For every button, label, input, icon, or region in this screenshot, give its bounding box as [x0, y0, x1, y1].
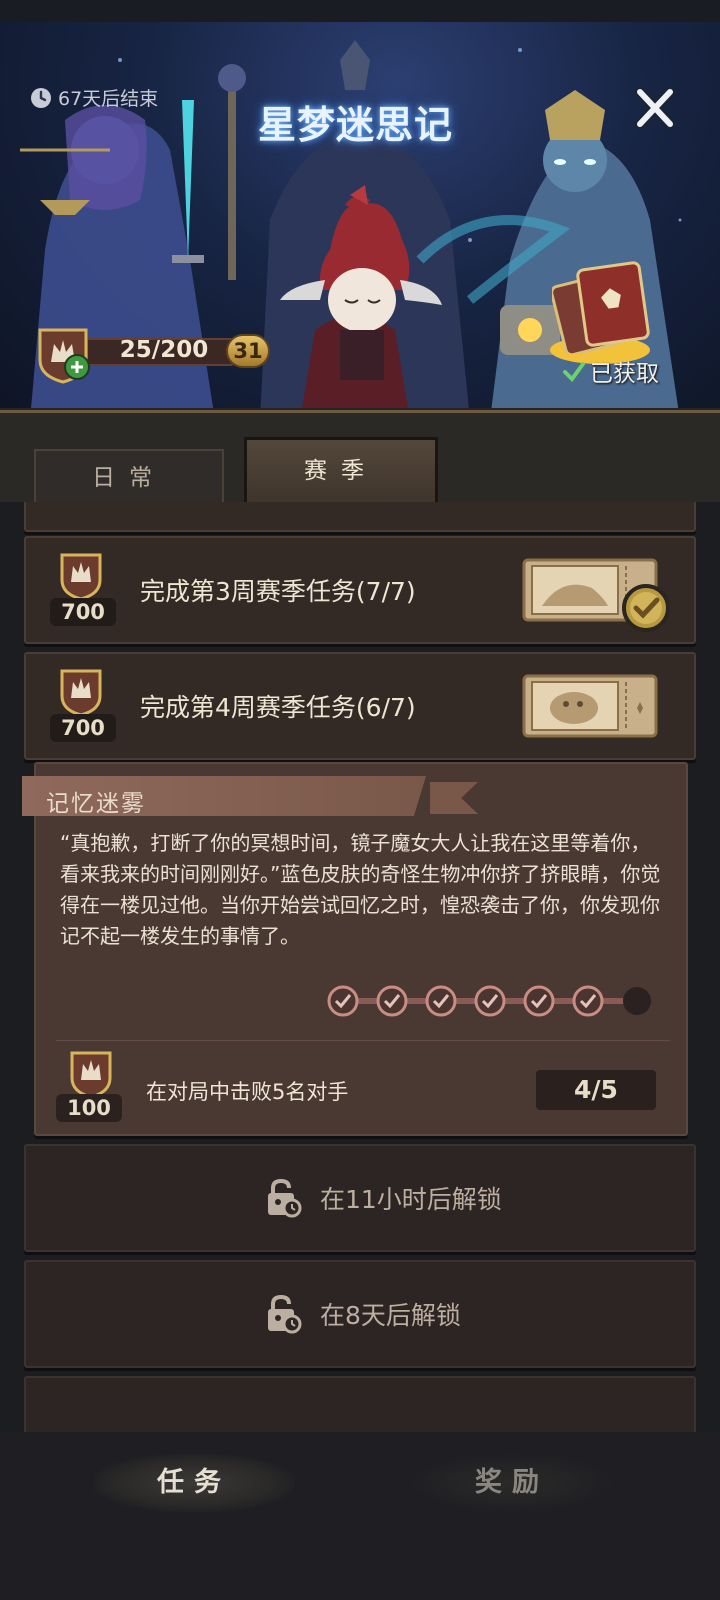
season-timer: 67天后结束 [30, 84, 158, 111]
bottom-nav: 任务 奖励 [0, 1432, 720, 1600]
mist-header-flag [430, 782, 478, 814]
tab-daily[interactable]: 日常 [34, 449, 224, 507]
acquired-status: 已获取 [562, 354, 659, 388]
clock-icon [31, 87, 51, 108]
locked-task-row: 在11小时后解锁 [24, 1144, 696, 1252]
timer-text: 67天后结束 [58, 88, 159, 110]
tab-bar: 日常 赛季 [0, 410, 720, 507]
nav-rewards-button[interactable]: 奖励 [412, 1454, 612, 1512]
locked-task-row [24, 1376, 696, 1432]
mist-step-progress [327, 985, 651, 1017]
points-shield-icon [70, 1051, 112, 1098]
task-row-partial[interactable] [24, 502, 696, 532]
nav-tasks-button[interactable]: 任务 [94, 1454, 294, 1512]
acquired-text: 已获取 [590, 361, 659, 387]
lock-timer-icon [268, 1294, 302, 1334]
unlock-time-text: 在8天后解锁 [320, 1301, 461, 1330]
points-label: 700 [50, 714, 116, 742]
step-pending-icon [623, 987, 651, 1015]
lock-timer-icon [268, 1178, 302, 1218]
task-row[interactable]: 700 完成第3周赛季任务(7/7) [24, 536, 696, 644]
unlock-time-text: 在11小时后解锁 [320, 1185, 502, 1214]
add-icon[interactable] [64, 354, 90, 380]
step-completed-icon [572, 985, 604, 1017]
points-shield-icon [60, 553, 102, 600]
season-reward-card-icon[interactable] [552, 260, 664, 354]
locked-task-row: 在8天后解锁 [24, 1260, 696, 1368]
memory-mist-card[interactable]: 记忆迷雾 “真抱歉，打断了你的冥想时间，镜子魔女大人让我在这里等着你，看来我来的… [22, 762, 688, 1136]
task-title: 完成第3周赛季任务(7/7) [140, 577, 416, 606]
reward-ticket-icon[interactable] [522, 674, 658, 738]
step-completed-icon [376, 985, 408, 1017]
points-shield-icon [60, 669, 102, 716]
divider [56, 1040, 670, 1041]
season-banner: 67天后结束 星梦迷思记 25/200 31 已获取 [0, 0, 720, 420]
step-completed-icon [327, 985, 359, 1017]
close-icon[interactable] [632, 86, 678, 132]
task-list[interactable]: 700 完成第3周赛季任务(7/7) 700 完成第4周赛季任务(6/7) 记忆… [0, 502, 720, 1432]
step-completed-icon [474, 985, 506, 1017]
progress-text: 25/200 [119, 337, 209, 363]
points-label: 100 [56, 1094, 122, 1122]
tab-season[interactable]: 赛季 [244, 437, 438, 505]
check-icon [563, 362, 585, 383]
mist-story-text: “真抱歉，打断了你的冥想时间，镜子魔女大人让我在这里等着你，看来我来的时间刚刚好… [60, 831, 661, 948]
level-badge: 31 [226, 334, 270, 368]
points-label: 700 [50, 598, 116, 626]
mist-task-text: 在对局中击败5名对手 [146, 1080, 349, 1104]
completed-check-icon [622, 584, 670, 632]
task-title: 完成第4周赛季任务(6/7) [140, 693, 416, 722]
mist-task-progress: 4/5 [536, 1070, 656, 1110]
mist-title: 记忆迷雾 [46, 791, 146, 817]
step-completed-icon [523, 985, 555, 1017]
banner-title: 星梦迷思记 [258, 102, 454, 147]
task-row[interactable]: 700 完成第4周赛季任务(6/7) [24, 652, 696, 760]
season-progress: 25/200 31 [34, 326, 274, 384]
app-root: 67天后结束 星梦迷思记 25/200 31 已获取 日常 赛季 700 完成第… [0, 0, 720, 1600]
step-completed-icon [425, 985, 457, 1017]
